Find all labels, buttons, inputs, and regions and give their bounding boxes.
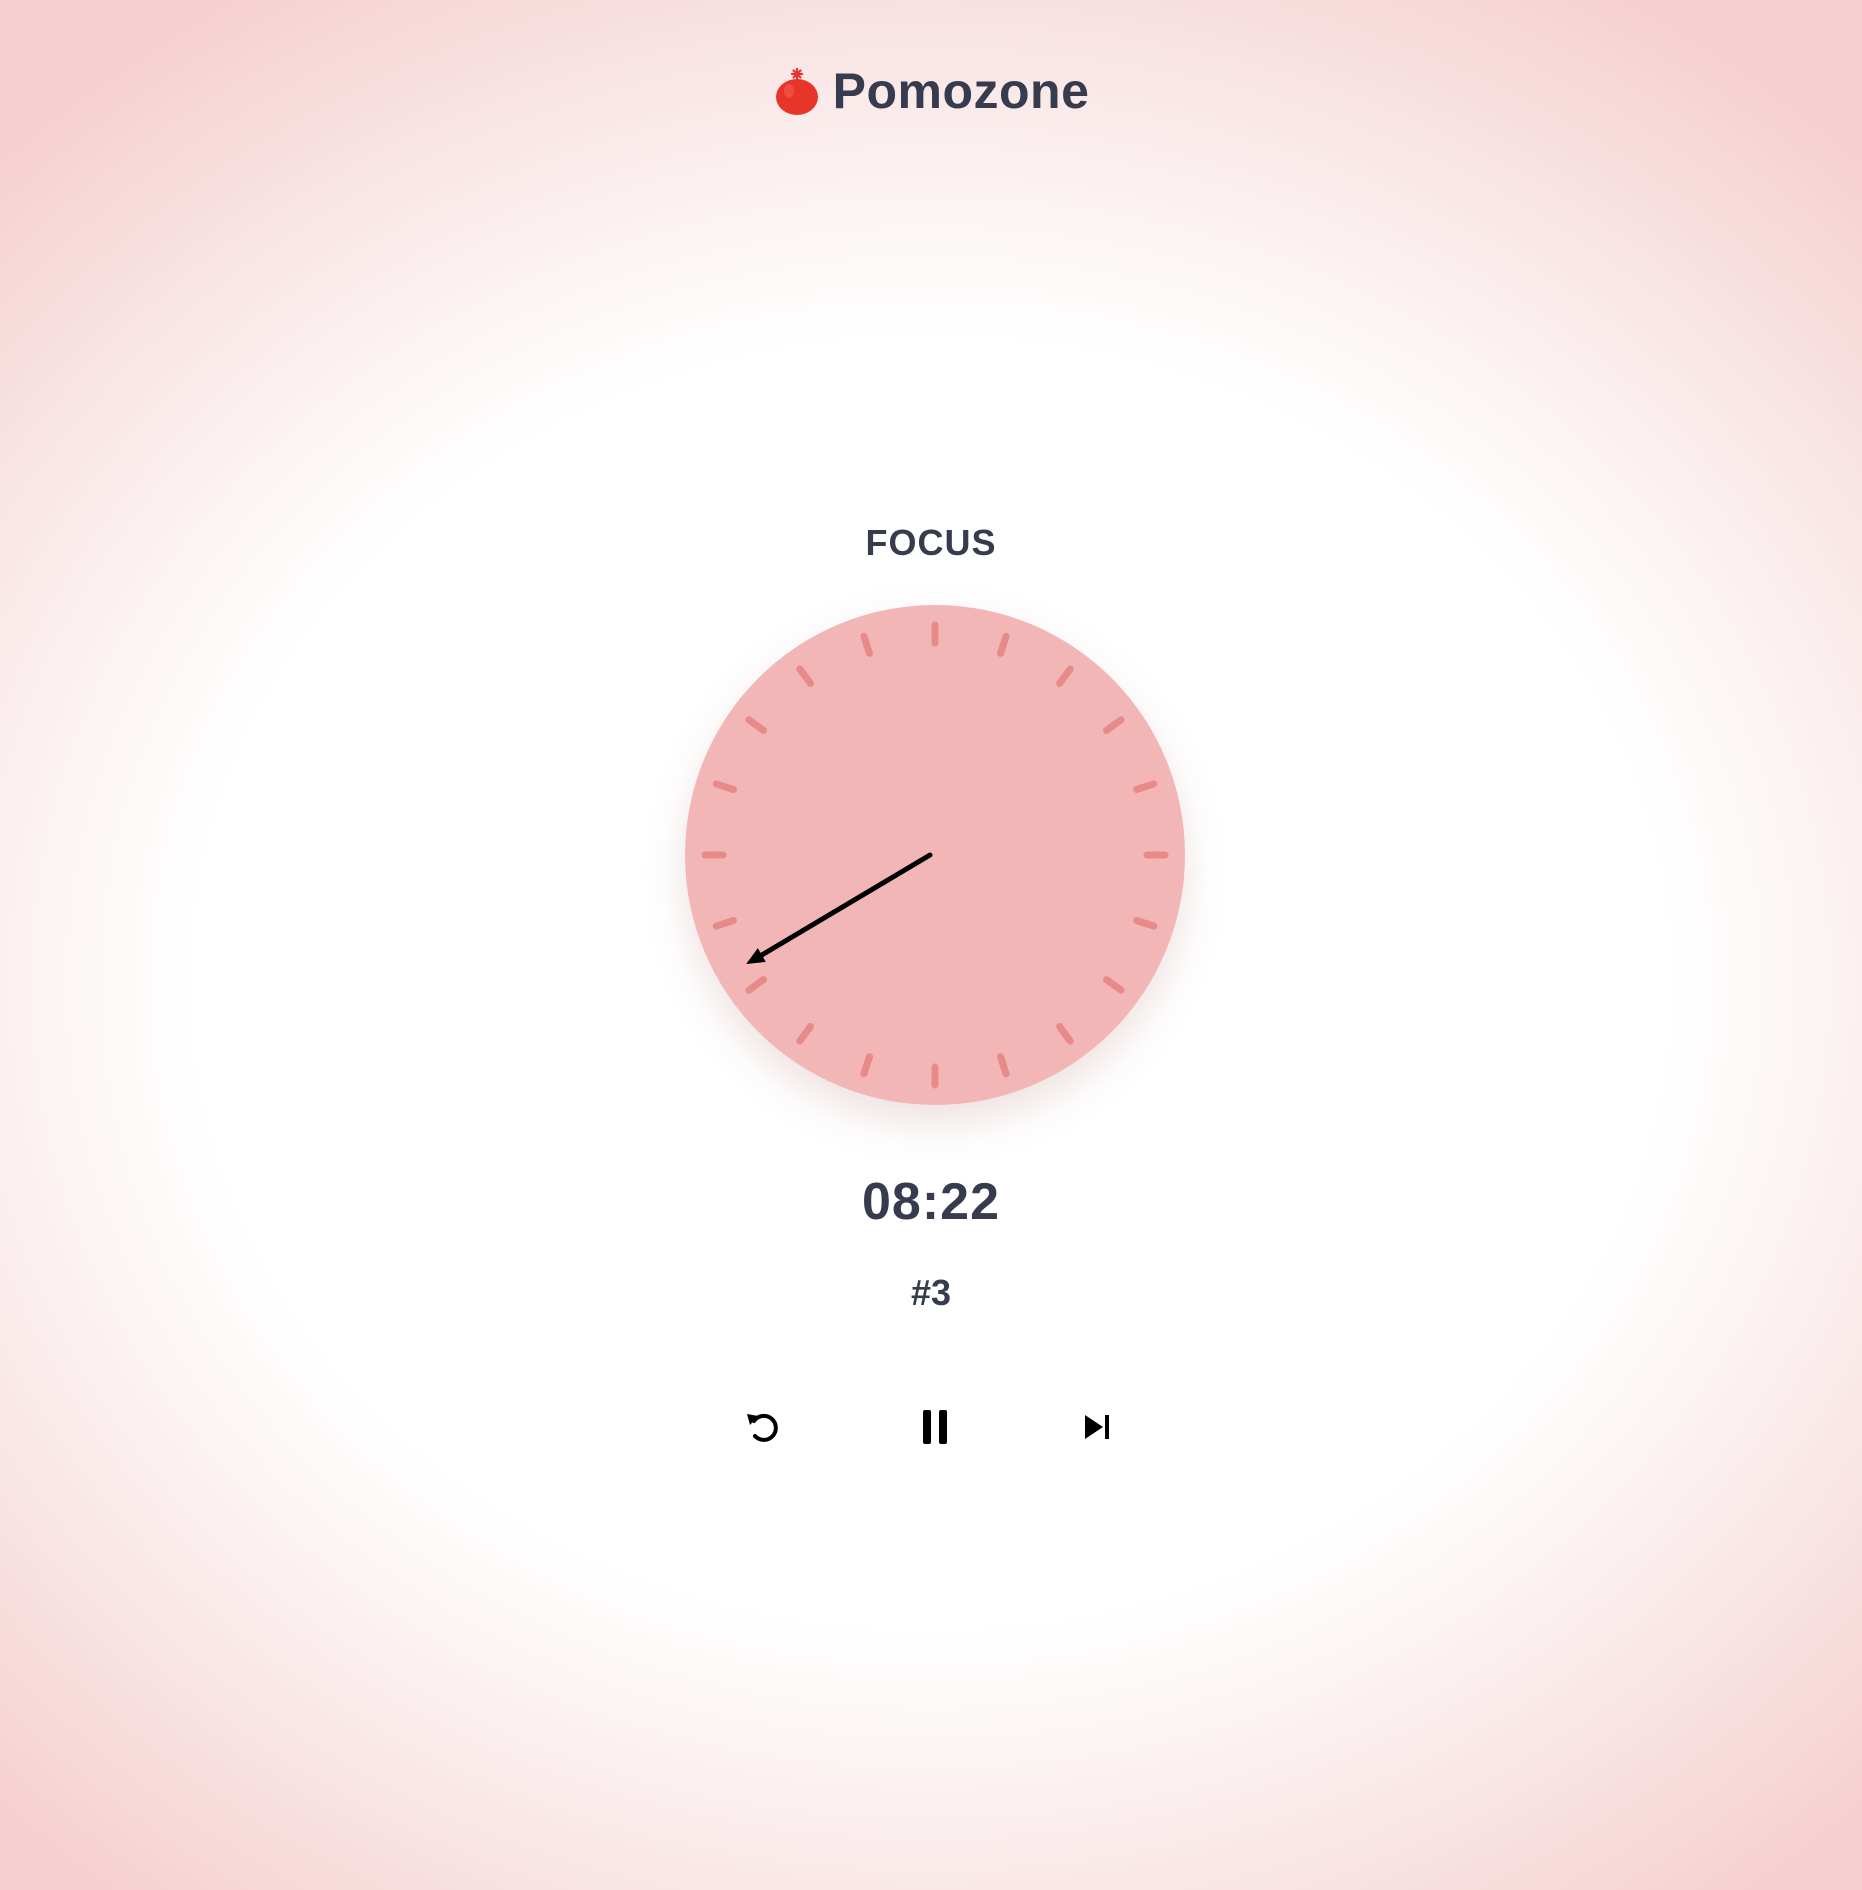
time-remaining: 08:22 — [862, 1173, 1000, 1231]
app-header: Pomozone — [0, 62, 1862, 120]
skip-next-icon — [1085, 1415, 1109, 1439]
session-counter: #3 — [910, 1272, 952, 1313]
tomato-icon — [775, 67, 818, 115]
reset-button[interactable] — [728, 1392, 798, 1462]
app-title: Pomozone — [832, 63, 1090, 119]
timer-controls — [0, 1392, 1862, 1462]
skip-button[interactable] — [1062, 1392, 1132, 1462]
dial-background — [685, 605, 1185, 1105]
pause-button[interactable] — [900, 1392, 970, 1462]
timer-dial[interactable] — [685, 605, 1185, 1105]
timer-dial-face[interactable] — [685, 605, 1185, 1105]
reset-icon — [747, 1413, 778, 1442]
pause-icon — [923, 1410, 947, 1444]
mode-label: FOCUS — [865, 522, 997, 563]
